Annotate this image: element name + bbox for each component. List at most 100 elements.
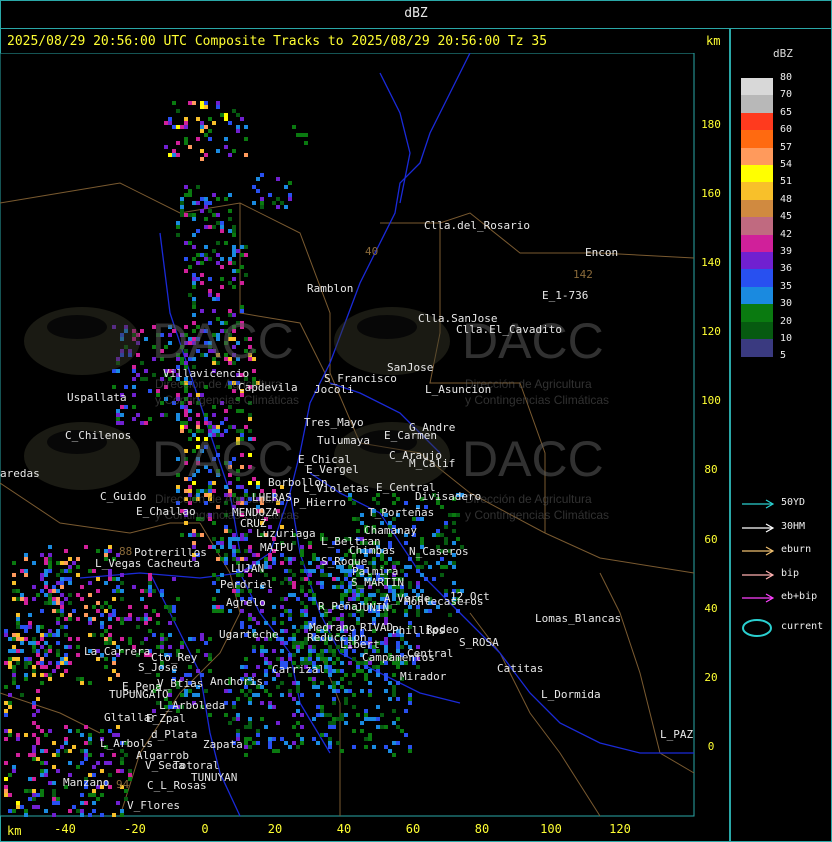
place-label: Agrelo <box>226 596 266 609</box>
echo-pixel <box>188 193 192 197</box>
echo-pixel <box>348 661 352 665</box>
echo-pixel <box>232 533 236 537</box>
echo-pixel <box>340 749 344 753</box>
place-label: E_Zpal <box>146 712 186 725</box>
echo-pixel <box>180 425 184 429</box>
echo-pixel <box>60 613 64 617</box>
echo-pixel <box>4 713 8 717</box>
echo-pixel <box>192 277 196 281</box>
echo-pixel <box>44 665 48 669</box>
place-label: Lomas_Blancas <box>535 612 622 625</box>
echo-pixel <box>372 745 376 749</box>
echo-pixel <box>172 101 176 105</box>
echo-pixel <box>184 693 188 697</box>
echo-pixel <box>244 745 248 749</box>
echo-pixel <box>200 637 204 641</box>
echo-pixel <box>200 105 204 109</box>
echo-pixel <box>52 813 56 817</box>
echo-pixel <box>248 721 252 725</box>
echo-pixel <box>100 753 104 757</box>
echo-pixel <box>312 553 316 557</box>
echo-pixel <box>72 609 76 613</box>
echo-pixel <box>72 561 76 565</box>
echo-pixel <box>152 609 156 613</box>
echo-pixel <box>8 649 12 653</box>
echo-pixel <box>148 585 152 589</box>
echo-pixel <box>276 685 280 689</box>
echo-pixel <box>88 813 92 817</box>
echo-pixel <box>32 561 36 565</box>
echo-pixel <box>296 641 300 645</box>
echo-pixel <box>128 769 132 773</box>
echo-pixel <box>52 741 56 745</box>
echo-pixel <box>424 561 428 565</box>
echo-pixel <box>68 613 72 617</box>
echo-pixel <box>24 629 28 633</box>
echo-pixel <box>352 501 356 505</box>
echo-pixel <box>12 769 16 773</box>
echo-pixel <box>12 809 16 813</box>
echo-pixel <box>396 717 400 721</box>
echo-pixel <box>44 581 48 585</box>
echo-pixel <box>172 153 176 157</box>
echo-pixel <box>300 737 304 741</box>
echo-pixel <box>144 637 148 641</box>
echo-pixel <box>76 729 80 733</box>
echo-pixel <box>16 733 20 737</box>
echo-pixel <box>404 641 408 645</box>
echo-pixel <box>120 769 124 773</box>
echo-pixel <box>292 741 296 745</box>
echo-pixel <box>252 553 256 557</box>
echo-pixel <box>32 705 36 709</box>
echo-pixel <box>104 601 108 605</box>
echo-pixel <box>300 569 304 573</box>
echo-pixel <box>304 569 308 573</box>
echo-pixel <box>244 153 248 157</box>
echo-pixel <box>112 609 116 613</box>
place-label: V_Flores <box>127 799 180 812</box>
echo-pixel <box>292 725 296 729</box>
echo-pixel <box>16 661 20 665</box>
echo-pixel <box>152 589 156 593</box>
echo-pixel <box>208 277 212 281</box>
echo-pixel <box>308 561 312 565</box>
echo-pixel <box>180 209 184 213</box>
echo-pixel <box>212 545 216 549</box>
echo-pixel <box>132 585 136 589</box>
echo-pixel <box>224 417 228 421</box>
echo-pixel <box>232 225 236 229</box>
echo-pixel <box>192 101 196 105</box>
echo-pixel <box>316 713 320 717</box>
echo-pixel <box>32 749 36 753</box>
place-label: L_Dormida <box>541 688 601 701</box>
echo-pixel <box>60 605 64 609</box>
echo-pixel <box>68 645 72 649</box>
echo-pixel <box>36 725 40 729</box>
echo-pixel <box>360 729 364 733</box>
echo-pixel <box>300 613 304 617</box>
echo-pixel <box>180 641 184 645</box>
echo-pixel <box>336 681 340 685</box>
echo-pixel <box>184 409 188 413</box>
echo-pixel <box>16 657 20 661</box>
echo-pixel <box>308 649 312 653</box>
echo-pixel <box>164 121 168 125</box>
echo-pixel <box>176 413 180 417</box>
watermark-line2: y Contingencias Climáticas <box>155 393 300 407</box>
echo-pixel <box>164 637 168 641</box>
echo-pixel <box>196 533 200 537</box>
echo-pixel <box>212 193 216 197</box>
echo-pixel <box>332 689 336 693</box>
echo-pixel <box>324 733 328 737</box>
echo-pixel <box>32 745 36 749</box>
echo-pixel <box>344 577 348 581</box>
legend-swatch <box>741 252 773 270</box>
echo-pixel <box>24 657 28 661</box>
x-tick-label: 20 <box>267 822 283 836</box>
echo-pixel <box>120 617 124 621</box>
echo-pixel <box>444 521 448 525</box>
legend-swatch-label: 10 <box>780 333 793 344</box>
echo-pixel <box>16 621 20 625</box>
echo-pixel <box>280 605 284 609</box>
echo-pixel <box>452 513 456 517</box>
